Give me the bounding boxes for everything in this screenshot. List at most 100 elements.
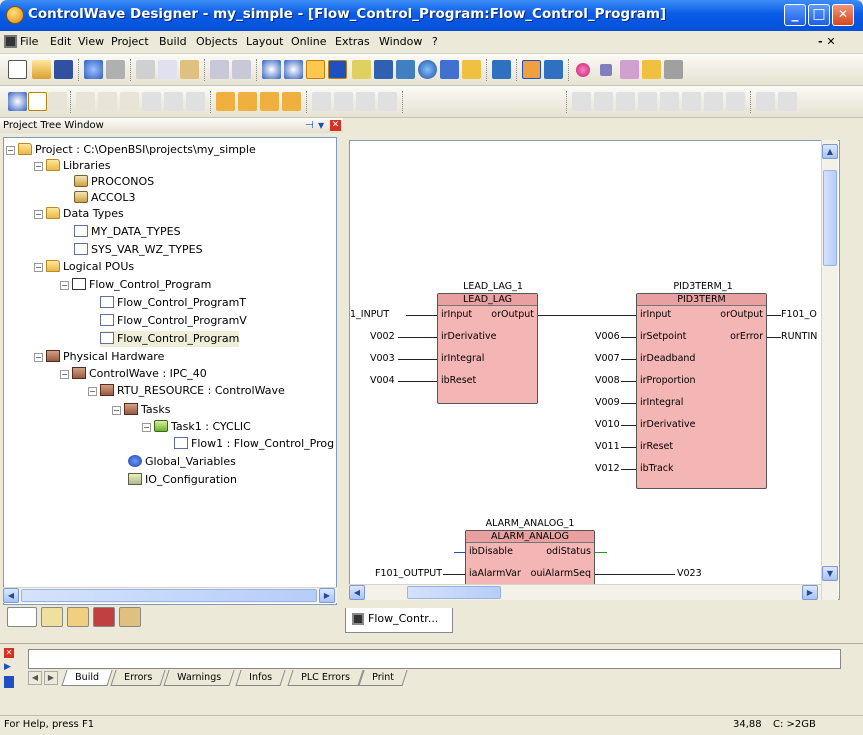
tree-node-tasks[interactable]: − Tasks <box>112 402 170 418</box>
ld-resetcoil-icon[interactable] <box>682 92 701 111</box>
tab-errors[interactable]: Errors <box>110 670 166 686</box>
undo-icon[interactable] <box>210 60 229 79</box>
tree-node-proconos[interactable]: PROCONOS <box>74 174 154 190</box>
print-icon[interactable] <box>106 60 125 79</box>
settings-icon[interactable] <box>664 60 683 79</box>
branch-icon[interactable] <box>378 92 397 111</box>
fbd-editor-canvas[interactable]: LEAD_LAG_1 LEAD_LAG irInput orOutput irD… <box>349 140 840 600</box>
fb-in-icon[interactable] <box>238 92 257 111</box>
tab-plc-errors[interactable]: PLC Errors <box>287 670 364 686</box>
tab-next-icon[interactable]: ▶ <box>44 671 58 685</box>
tab-hardware-view[interactable] <box>93 607 115 627</box>
download-icon[interactable] <box>396 60 415 79</box>
cut-icon[interactable] <box>136 60 155 79</box>
close-messages-icon[interactable]: ✕ <box>4 648 14 658</box>
scroll-right-icon[interactable]: ▶ <box>802 585 818 600</box>
network-icon[interactable] <box>312 92 331 111</box>
tab-warnings[interactable]: Warnings <box>163 670 235 686</box>
tree-node-physical-hardware[interactable]: − Physical Hardware <box>34 349 164 365</box>
search-icon[interactable] <box>8 92 27 111</box>
dropdown-icon[interactable]: ▼ <box>318 118 324 133</box>
block-icon[interactable] <box>142 92 161 111</box>
menu-help[interactable]: ? <box>432 35 438 48</box>
compile-icon[interactable] <box>374 60 393 79</box>
ld-serial-icon[interactable] <box>726 92 745 111</box>
contact-icon[interactable] <box>76 92 95 111</box>
tree-node-program-vars[interactable]: Flow_Control_ProgramV <box>100 313 247 329</box>
var-icon[interactable] <box>164 92 183 111</box>
redo-icon[interactable] <box>232 60 251 79</box>
var-input[interactable]: 1_INPUT <box>350 309 389 321</box>
open-icon[interactable] <box>32 60 51 79</box>
close-button[interactable]: ✕ <box>832 4 854 26</box>
menu-project[interactable]: Project <box>111 35 149 48</box>
preview-icon[interactable] <box>84 60 103 79</box>
var-v006[interactable]: V006 <box>595 331 620 343</box>
tree-node-controlwave[interactable]: − ControlWave : IPC_40 <box>60 366 207 382</box>
debug-icon[interactable] <box>544 60 563 79</box>
tab-project-view[interactable] <box>7 607 37 627</box>
menu-layout[interactable]: Layout <box>246 35 283 48</box>
scroll-up-icon[interactable]: ▲ <box>822 144 838 159</box>
tree-node-flow1[interactable]: Flow1 : Flow_Control_Prog <box>174 436 334 452</box>
library-icon[interactable] <box>462 60 481 79</box>
rung-icon[interactable] <box>334 92 353 111</box>
tree-node-data-types[interactable]: − Data Types <box>34 206 124 222</box>
menu-extras[interactable]: Extras <box>335 35 370 48</box>
editor-vertical-scrollbar[interactable]: ▲ ▼ <box>821 140 838 600</box>
ld-left-icon[interactable] <box>756 92 775 111</box>
pin-messages-icon[interactable] <box>4 676 14 688</box>
copy-icon[interactable] <box>158 60 177 79</box>
minimize-button[interactable]: _ <box>784 4 806 26</box>
var-v008[interactable]: V008 <box>595 375 620 387</box>
scroll-thumb[interactable] <box>823 170 837 266</box>
comment-icon[interactable] <box>186 92 205 111</box>
stop-icon[interactable] <box>600 64 612 76</box>
check-icon[interactable] <box>418 60 437 79</box>
tab-prev-icon[interactable]: ◀ <box>28 671 42 685</box>
monitor-icon[interactable] <box>642 60 661 79</box>
scroll-down-icon[interactable]: ▼ <box>822 566 838 581</box>
app-icon[interactable] <box>6 6 24 24</box>
tree-node-project[interactable]: − Project : C:\OpenBSI\projects\my_simple <box>6 142 256 158</box>
maximize-button[interactable]: □ <box>808 4 830 26</box>
menu-objects[interactable]: Objects <box>196 35 238 48</box>
tab-print[interactable]: Print <box>358 670 408 686</box>
list-icon[interactable] <box>440 60 459 79</box>
menu-online[interactable]: Online <box>291 35 326 48</box>
layout-icon[interactable] <box>306 60 325 79</box>
window-icon[interactable] <box>328 60 347 79</box>
editor-horizontal-scrollbar[interactable]: ◀ ▶ <box>349 584 821 600</box>
scroll-thumb[interactable] <box>407 586 501 599</box>
ld-ncoil-icon[interactable] <box>638 92 657 111</box>
ld-right-icon[interactable] <box>778 92 797 111</box>
connector-icon[interactable] <box>98 92 117 111</box>
var-f101-output-in[interactable]: F101_OUTPUT <box>375 568 442 580</box>
tree-node-my-data-types[interactable]: MY_DATA_TYPES <box>74 224 181 240</box>
wand-icon[interactable] <box>352 60 371 79</box>
expand-icon[interactable]: ▶ <box>4 662 11 672</box>
coil-icon[interactable] <box>356 92 375 111</box>
step-icon[interactable] <box>620 60 639 79</box>
tree-node-logical-pous[interactable]: − Logical POUs <box>34 259 134 275</box>
var-v007[interactable]: V007 <box>595 353 620 365</box>
ld-ncontact-icon[interactable] <box>594 92 613 111</box>
jump-icon[interactable] <box>120 92 139 111</box>
var-v023[interactable]: V023 <box>677 568 702 580</box>
scroll-right-icon[interactable]: ▶ <box>319 588 335 603</box>
calc-icon[interactable] <box>492 60 511 79</box>
zoom-in-icon[interactable] <box>262 60 281 79</box>
tree-node-io-configuration[interactable]: IO_Configuration <box>128 472 237 488</box>
tab-build[interactable]: Build <box>61 670 113 686</box>
run-icon[interactable] <box>576 63 590 77</box>
menu-file[interactable]: File <box>20 35 38 48</box>
tree-node-accol3[interactable]: ACCOL3 <box>74 190 135 206</box>
var-v011[interactable]: V011 <box>595 441 620 453</box>
tree-horizontal-scrollbar[interactable]: ◀ ▶ <box>3 587 337 603</box>
var-v012[interactable]: V012 <box>595 463 620 475</box>
alarm-analog-block[interactable]: ALARM_ANALOG ibDisable odiStatus iaAlarm… <box>465 530 595 590</box>
lead-lag-block[interactable]: LEAD_LAG irInput orOutput irDerivative i… <box>437 293 538 404</box>
zoom-out-icon[interactable] <box>284 60 303 79</box>
tree-node-sys-var-types[interactable]: SYS_VAR_WZ_TYPES <box>74 242 203 258</box>
menu-window[interactable]: Window <box>379 35 422 48</box>
